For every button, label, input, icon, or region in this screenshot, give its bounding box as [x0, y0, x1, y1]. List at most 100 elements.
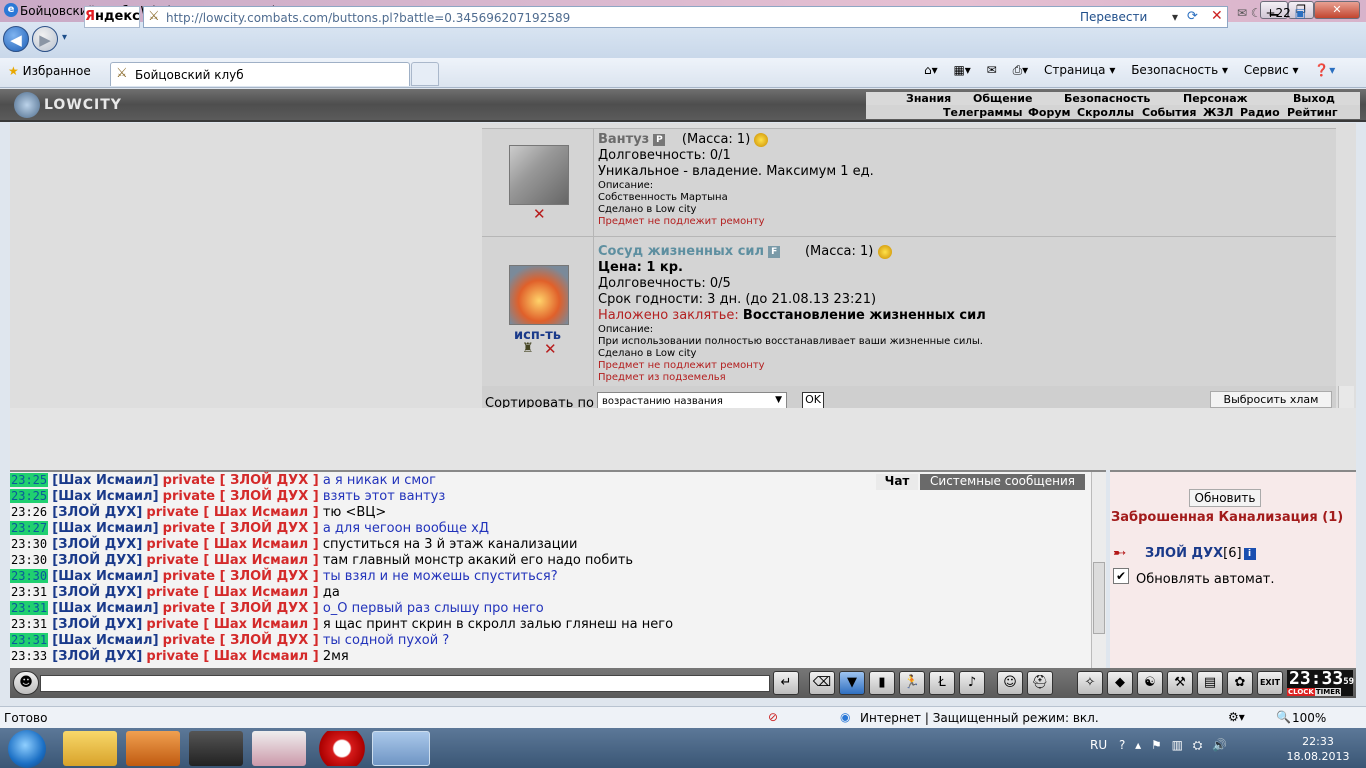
network-icon[interactable]: ▥: [1172, 738, 1183, 752]
delete-item-icon[interactable]: ✕: [544, 340, 557, 358]
player-info-icon[interactable]: i: [1243, 547, 1256, 560]
forward-button[interactable]: ▶: [32, 26, 58, 52]
submenu-telegrams[interactable]: Телеграммы: [943, 106, 1022, 119]
weather-icon[interactable]: ☾: [1251, 6, 1262, 20]
chat-sender[interactable]: [Шах Исмаил]: [52, 489, 158, 504]
mail-icon[interactable]: ✉: [1237, 6, 1247, 20]
clock-label[interactable]: CLOCK: [1287, 688, 1315, 696]
tab-chat[interactable]: Чат: [876, 474, 918, 490]
submenu-forum[interactable]: Форум: [1028, 106, 1071, 119]
chat-private-target[interactable]: private [ ЗЛОЙ ДУХ ]: [163, 601, 319, 616]
menu-security[interactable]: Безопасность: [1064, 92, 1150, 105]
submenu-radio[interactable]: Радио: [1240, 106, 1280, 119]
language-indicator[interactable]: RU: [1090, 738, 1107, 752]
chat-scrollbar[interactable]: [1091, 472, 1106, 668]
tray-expand-icon[interactable]: ▴: [1135, 738, 1141, 752]
opera-taskbar-icon[interactable]: [315, 731, 369, 766]
magic-icon[interactable]: ✧: [1077, 671, 1103, 695]
refresh-button[interactable]: Обновить: [1189, 489, 1261, 507]
menu-character[interactable]: Персонаж: [1183, 92, 1248, 105]
read-mail-icon[interactable]: ✉: [987, 63, 997, 77]
chat-sender[interactable]: [ЗЛОЙ ДУХ]: [52, 537, 142, 552]
chat-sender[interactable]: [ЗЛОЙ ДУХ]: [52, 585, 142, 600]
back-button[interactable]: ◀: [3, 26, 29, 52]
protected-mode-icon[interactable]: ⚙▾: [1228, 710, 1245, 724]
online-player[interactable]: ЗЛОЙ ДУХ[6] i: [1145, 546, 1256, 561]
item-name[interactable]: Вантуз: [598, 132, 649, 147]
chat-private-target[interactable]: private [ Шах Исмаил ]: [146, 505, 318, 520]
badge-count[interactable]: +22: [1265, 6, 1290, 20]
submenu-scrolls[interactable]: Скроллы: [1077, 106, 1134, 119]
chat-private-target[interactable]: private [ Шах Исмаил ]: [146, 649, 318, 664]
item-name[interactable]: Сосуд жизненных сил: [598, 244, 764, 259]
ie-taskbar-icon[interactable]: [372, 731, 430, 766]
settings-icon[interactable]: ▣: [1295, 6, 1306, 20]
player-name[interactable]: ЗЛОЙ ДУХ: [1145, 546, 1223, 561]
cmd-safety[interactable]: Безопасность ▾: [1131, 63, 1228, 77]
chat-private-target[interactable]: private [ ЗЛОЙ ДУХ ]: [163, 473, 319, 488]
face-icon[interactable]: ☯: [1137, 671, 1163, 695]
sort-ok-button[interactable]: OK: [802, 392, 824, 409]
favorites-button[interactable]: ★ Избранное: [8, 64, 91, 78]
submenu-rating[interactable]: Рейтинг: [1287, 106, 1338, 119]
auto-refresh-checkbox[interactable]: ✔: [1113, 568, 1129, 584]
chat-scroll-thumb[interactable]: [1093, 562, 1105, 634]
start-button[interactable]: [8, 730, 46, 768]
paw-icon[interactable]: ✿: [1227, 671, 1253, 695]
chat-private-target[interactable]: private [ ЗЛОЙ ДУХ ]: [163, 569, 319, 584]
clear-chat-icon[interactable]: ⌫: [809, 671, 835, 695]
sound-icon[interactable]: ♪: [959, 671, 985, 695]
cards-taskbar-icon[interactable]: [252, 731, 306, 766]
timer-label[interactable]: TIMER: [1314, 688, 1342, 696]
chat-sender[interactable]: [Шах Исмаил]: [52, 601, 158, 616]
chat-message-input[interactable]: [40, 675, 770, 692]
menu-communication[interactable]: Общение: [973, 92, 1032, 105]
drop-junk-button[interactable]: Выбросить хлам: [1210, 391, 1332, 408]
zoom-level[interactable]: 100%: [1292, 711, 1326, 725]
history-dropdown-icon[interactable]: ▾: [62, 32, 67, 43]
explorer-taskbar-icon[interactable]: [63, 731, 117, 766]
chat-sender[interactable]: [ЗЛОЙ ДУХ]: [52, 649, 142, 664]
chat-private-target[interactable]: private [ Шах Исмаил ]: [146, 537, 318, 552]
flag-icon[interactable]: ⚑: [1151, 738, 1162, 752]
chat-sender[interactable]: [Шах Исмаил]: [52, 473, 158, 488]
submenu-events[interactable]: События: [1142, 106, 1196, 119]
submenu-zhzl[interactable]: ЖЗЛ: [1203, 106, 1233, 119]
chat-private-target[interactable]: private [ ЗЛОЙ ДУХ ]: [163, 489, 319, 504]
save-log-icon[interactable]: ▮: [869, 671, 895, 695]
exit-icon[interactable]: EXIT: [1257, 671, 1283, 695]
chat-sender[interactable]: [ЗЛОЙ ДУХ]: [52, 505, 142, 520]
help-tray-icon[interactable]: ?: [1119, 738, 1125, 752]
chat-mode-icon[interactable]: ☻: [13, 671, 39, 695]
print-icon[interactable]: ⎙▾: [1013, 63, 1029, 77]
zoom-icon[interactable]: 🔍: [1276, 710, 1291, 724]
send-message-icon[interactable]: ↵: [773, 671, 799, 695]
taskbar-clock[interactable]: 22:33 18.08.2013: [1283, 734, 1353, 764]
delete-item-icon[interactable]: ✕: [533, 205, 546, 223]
cmd-page[interactable]: Страница ▾: [1044, 63, 1115, 77]
help-icon[interactable]: ❓▾: [1314, 63, 1335, 77]
chat-filter-icon[interactable]: ▼: [839, 671, 865, 695]
refresh-icon[interactable]: ⟳: [1187, 9, 1198, 24]
chat-sender[interactable]: [Шах Исмаил]: [52, 521, 158, 536]
menu-exit[interactable]: Выход: [1293, 92, 1335, 105]
chat-private-target[interactable]: private [ Шах Исмаил ]: [146, 617, 318, 632]
kmplayer-taskbar-icon[interactable]: [189, 731, 243, 766]
chat-private-target[interactable]: private [ ЗЛОЙ ДУХ ]: [163, 633, 319, 648]
smiley-icon[interactable]: ☺: [997, 671, 1023, 695]
address-bar[interactable]: ⚔ http://lowcity.combats.com/buttons.pl?…: [143, 6, 1228, 28]
translit-icon[interactable]: Ł: [929, 671, 955, 695]
menu-knowledge[interactable]: Знания: [906, 92, 951, 105]
popup-blocker-icon[interactable]: ⊘: [768, 710, 778, 724]
bag-icon[interactable]: ◆: [1107, 671, 1133, 695]
chat-sender[interactable]: [Шах Исмаил]: [52, 569, 158, 584]
chat-sender[interactable]: [Шах Исмаил]: [52, 633, 158, 648]
cmd-tools[interactable]: Сервис ▾: [1244, 63, 1299, 77]
run-icon[interactable]: 🏃: [899, 671, 925, 695]
home-icon[interactable]: ⌂▾: [924, 63, 938, 77]
translate-button[interactable]: Перевести ▾: [1074, 8, 1184, 26]
feeds-icon[interactable]: ▦▾: [953, 63, 970, 77]
media-player-taskbar-icon[interactable]: [126, 731, 180, 766]
new-tab-button[interactable]: [411, 62, 439, 86]
chat-sender[interactable]: [ЗЛОЙ ДУХ]: [52, 553, 142, 568]
